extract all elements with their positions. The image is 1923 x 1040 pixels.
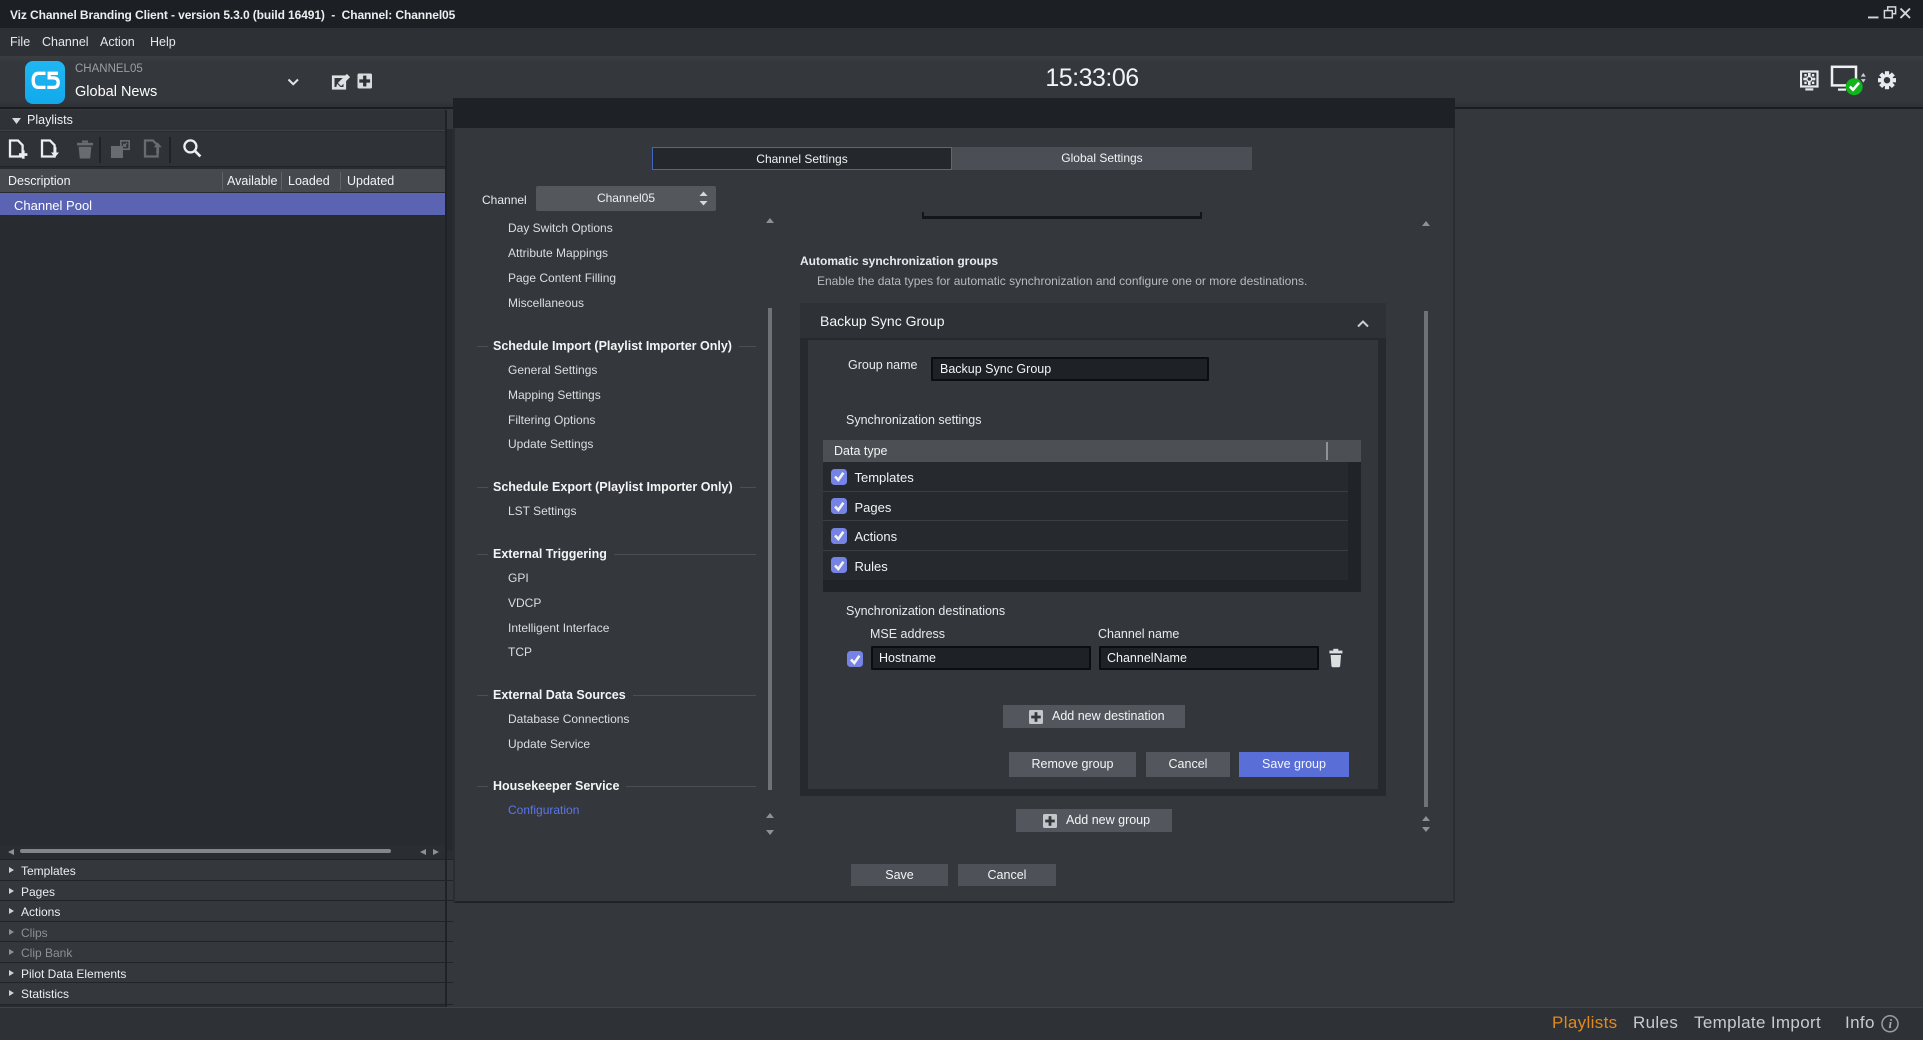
svg-text:i: i xyxy=(1889,1016,1893,1031)
